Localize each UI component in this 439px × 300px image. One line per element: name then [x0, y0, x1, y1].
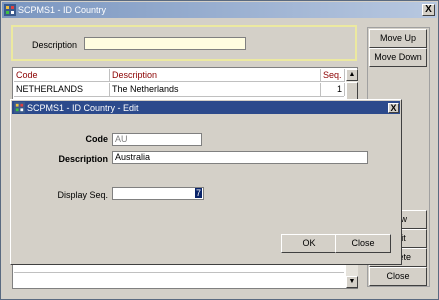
cell-description: The Netherlands	[110, 83, 321, 96]
display-seq-value: 7	[194, 188, 202, 198]
dialog-close-action-button[interactable]: Close	[335, 234, 391, 253]
description-field[interactable]: Australia	[112, 151, 368, 164]
display-seq-field[interactable]: 7	[112, 187, 204, 200]
cell-seq: 1	[321, 83, 345, 96]
main-window: SCPMS1 - ID Country X Description Move U…	[0, 0, 439, 300]
app-icon	[14, 102, 25, 113]
code-label: Code	[85, 134, 109, 144]
ok-button[interactable]: OK	[281, 234, 337, 253]
description-label: Description	[58, 154, 108, 164]
dialog-title: SCPMS1 - ID Country - Edit	[27, 102, 139, 113]
close-icon: X	[425, 4, 432, 15]
filter-description-label: Description	[32, 40, 78, 50]
filter-description-input[interactable]	[84, 37, 246, 50]
main-close-button[interactable]: X	[422, 4, 435, 16]
code-field[interactable]: AU	[112, 133, 202, 146]
column-header-seq[interactable]: Seq.	[321, 69, 345, 82]
main-window-title: SCPMS1 - ID Country	[18, 5, 107, 15]
app-icon	[4, 4, 16, 16]
main-titlebar: SCPMS1 - ID Country X	[2, 2, 437, 18]
scroll-up-arrow-icon[interactable]: ▲	[346, 69, 358, 81]
column-header-code[interactable]: Code	[14, 69, 110, 82]
row-divider	[14, 272, 344, 273]
cell-code: NETHERLANDS	[14, 83, 110, 96]
edit-dialog: SCPMS1 - ID Country - Edit X Code AU Des…	[10, 99, 402, 265]
display-seq-label: Display Seq.	[57, 190, 108, 200]
dialog-close-button[interactable]: X	[388, 102, 399, 113]
close-button[interactable]: Close	[369, 267, 427, 286]
close-icon: X	[390, 102, 397, 113]
move-up-button[interactable]: Move Up	[369, 29, 427, 48]
dialog-titlebar: SCPMS1 - ID Country - Edit X	[12, 101, 400, 114]
column-header-description[interactable]: Description	[110, 69, 321, 82]
scroll-down-arrow-icon[interactable]: ▼	[346, 276, 358, 288]
move-down-button[interactable]: Move Down	[369, 48, 427, 67]
row-divider	[14, 96, 344, 97]
